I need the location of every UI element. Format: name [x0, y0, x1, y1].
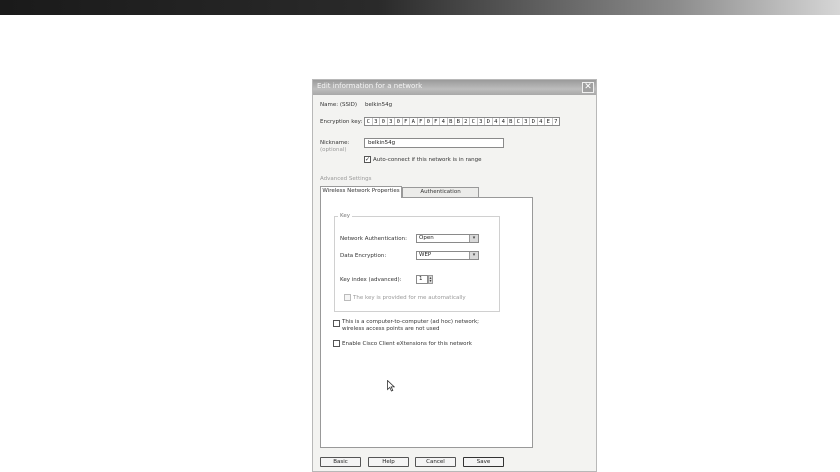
basic-button[interactable]: Basic — [320, 457, 361, 467]
advanced-settings-label: Advanced Settings — [320, 176, 372, 182]
cisco-extensions-checkbox[interactable] — [333, 340, 340, 347]
key-groupbox: Key Network Authentication: Open ▾ Data … — [334, 213, 500, 312]
encryption-key-char: F — [418, 118, 425, 125]
encryption-key-char: 7 — [554, 119, 558, 125]
encryption-key-char: E — [545, 118, 553, 125]
encryption-key-char: 3 — [373, 118, 380, 125]
network-auth-select[interactable]: Open ▾ — [416, 234, 479, 243]
nickname-input[interactable]: belkin54g — [364, 138, 504, 148]
chevron-down-icon[interactable]: ▾ — [469, 252, 478, 259]
encryption-key-char: C — [365, 118, 373, 125]
data-encryption-label: Data Encryption: — [340, 253, 387, 259]
auto-key-checkbox — [344, 294, 351, 301]
encryption-key-char: 4 — [500, 118, 508, 125]
encryption-key-char: F — [403, 118, 410, 125]
close-icon[interactable]: ✕ — [582, 82, 594, 93]
auto-key-label: The key is provided for me automatically — [353, 295, 466, 301]
encryption-key-char: B — [455, 118, 463, 125]
autoconnect-label: Auto-connect if this network is in range — [373, 157, 482, 163]
optional-label: (optional) — [320, 147, 347, 153]
network-auth-label: Network Authentication: — [340, 236, 407, 242]
encryption-key-char: 0 — [395, 118, 403, 125]
data-encryption-value: WEP — [419, 252, 432, 258]
encryption-key-char: C — [515, 118, 523, 125]
wireless-properties-panel: Key Network Authentication: Open ▾ Data … — [320, 197, 533, 448]
adhoc-label-line2: wireless access points are not used — [342, 326, 440, 332]
encryption-key-char: 4 — [538, 118, 545, 125]
edit-network-dialog: Edit information for a network ✕ Name: (… — [312, 79, 597, 472]
encryption-key-char: 2 — [463, 118, 470, 125]
ssid-label: Name: (SSID) — [320, 102, 357, 108]
mouse-cursor-icon — [387, 380, 395, 392]
key-index-spinner[interactable]: ▴ ▾ — [428, 275, 433, 284]
adhoc-checkbox[interactable] — [333, 320, 340, 327]
encryption-key-char: 0 — [425, 118, 433, 125]
tab-wireless-network-properties[interactable]: Wireless Network Properties — [320, 186, 402, 198]
spin-down-icon[interactable]: ▾ — [429, 279, 432, 283]
key-index-input[interactable]: 1 — [416, 275, 428, 284]
cancel-button[interactable]: Cancel — [415, 457, 456, 467]
encryption-key-char: B — [448, 118, 455, 125]
encryption-key-char: D — [530, 118, 538, 125]
encryption-key-char: F — [433, 118, 440, 125]
save-button[interactable]: Save — [463, 457, 504, 467]
encryption-key-char: 4 — [493, 118, 500, 125]
encryption-key-char: B — [508, 118, 515, 125]
data-encryption-select[interactable]: WEP ▾ — [416, 251, 479, 260]
key-group-title: Key — [338, 213, 352, 219]
encryption-key-char: 0 — [380, 118, 388, 125]
dialog-title: Edit information for a network — [317, 82, 423, 90]
chevron-down-icon[interactable]: ▾ — [469, 235, 478, 242]
encryption-key-field[interactable]: C3030FAF0F4BB2C3D44BC3D4E7 — [364, 117, 560, 126]
cisco-extensions-label: Enable Cisco Client eXtensions for this … — [342, 341, 472, 347]
key-index-label: Key index (advanced): — [340, 277, 402, 283]
ssid-value: belkin54g — [365, 102, 393, 108]
encryption-key-char: A — [410, 118, 418, 125]
help-button[interactable]: Help — [368, 457, 409, 467]
encryption-key-label: Encryption key: — [320, 119, 363, 125]
encryption-key-char: 3 — [478, 118, 485, 125]
network-auth-value: Open — [419, 235, 434, 241]
adhoc-label-line1: This is a computer-to-computer (ad hoc) … — [342, 319, 480, 325]
dialog-titlebar: Edit information for a network ✕ — [313, 80, 596, 95]
encryption-key-char: C — [470, 118, 478, 125]
autoconnect-checkbox[interactable]: ✓ — [364, 156, 371, 163]
nickname-label: Nickname: — [320, 140, 350, 146]
top-banner — [0, 0, 840, 15]
encryption-key-char: 4 — [440, 118, 448, 125]
encryption-key-char: D — [485, 118, 493, 125]
encryption-key-char: 3 — [388, 118, 395, 125]
encryption-key-char: 3 — [523, 118, 530, 125]
